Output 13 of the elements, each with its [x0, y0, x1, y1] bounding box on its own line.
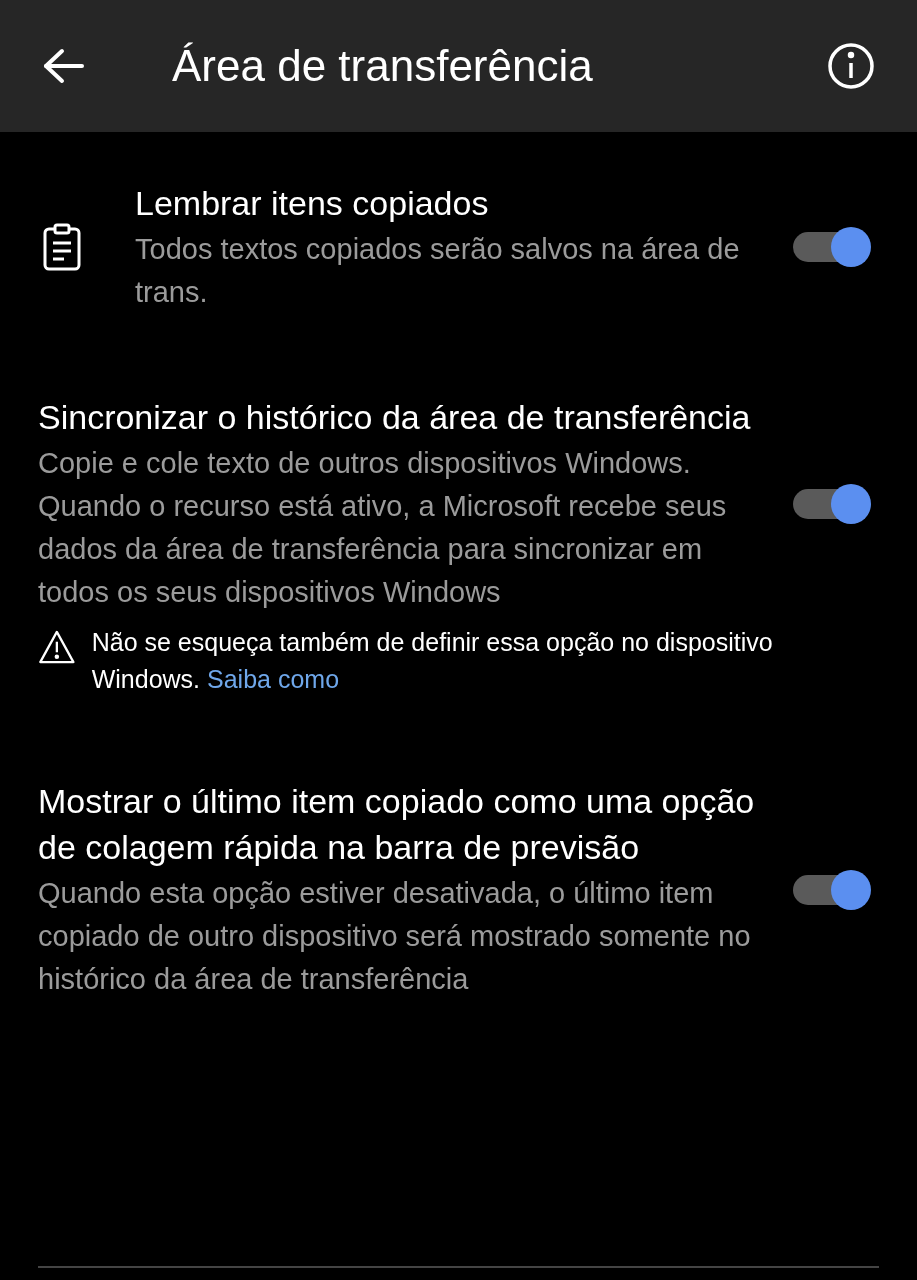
setting-description: Quando esta opção estiver desativada, o último item copiado de outro dispositivo será mostrado somente no histórico da área de transferência	[38, 876, 752, 997]
setting-description: Todos textos copiados serão salvos na área de trans.	[135, 232, 741, 310]
clipboard-icon	[41, 223, 82, 271]
screen-title: Área de transferência	[172, 40, 594, 92]
learn-more-link[interactable]: Saiba como	[207, 665, 340, 693]
warning-note: Não se esqueça também de definir essa opção no dispositivo Windows. Saiba como	[91, 627, 774, 695]
setting-title: Mostrar o último item copiado como uma opção de colagem rápida na barra de previsão	[38, 781, 756, 868]
setting-title: Lembrar itens copiados	[135, 183, 490, 224]
setting-title: Sincronizar o histórico da área de transferência	[38, 397, 752, 438]
toggle-switch[interactable]	[793, 225, 871, 269]
setting-description: Copie e cole texto de outros dispositivos Windows. Quando o recurso está ativo, a Microsoft recebe seus dados da área de transferência para sincronizar em todos os seus dispositivos Windows	[38, 446, 728, 610]
info-icon[interactable]	[827, 42, 875, 90]
toggle-switch[interactable]	[793, 482, 871, 526]
